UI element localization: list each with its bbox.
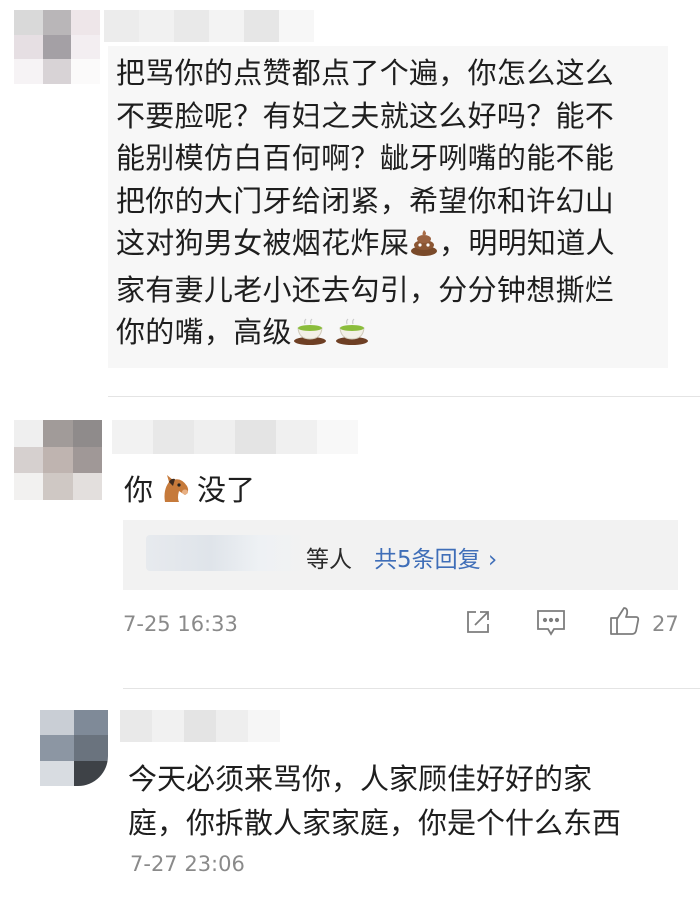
username-blurred[interactable] [112,420,358,454]
comment-text-line: 家有妻儿老小还去勾引，分分钟想撕烂 [116,272,615,307]
replies-suffix: 等人 [306,547,352,573]
divider [108,396,700,397]
avatar-blurred[interactable] [14,420,102,500]
comment-text-line: 你的嘴，高级 [116,311,661,358]
comment-text-line: 不要脸呢？有妇之夫就这么好吗？能不 [116,98,615,133]
horse-face-emoji-icon [157,472,193,514]
comment-text-fragment: 你的嘴，高级 [116,315,292,349]
green-tea-emoji-icon [292,315,328,358]
username-blurred[interactable] [120,710,280,742]
comment-text-line: 庭，你拆散人家家庭，你是个什么东西 [128,806,622,840]
avatar-blurred[interactable] [40,710,108,786]
view-replies-link[interactable]: 共5条回复 › [374,540,497,574]
reply-usernames-blurred [146,535,308,571]
comment-text-line: 把骂你的点赞都点了个遍，你怎么这么 [116,56,615,90]
comment-icon[interactable] [535,608,567,642]
comment-text-line: 这对狗男女被烟花炸屎 ，明明知道人 [116,222,661,269]
poop-emoji-icon [409,226,439,269]
comment-text-line: 把你的大门牙给闭紧，希望你和许幻山 [116,183,615,218]
green-tea-emoji-icon [334,315,370,358]
comment-text: 今天必须来骂你，人家顾佳好好的家 庭，你拆散人家家庭，你是个什么东西 [128,757,673,845]
comment-text: 你 没了 [124,470,255,514]
comment-text-line: 能别模仿白百何啊？龇牙咧嘴的能不能 [116,141,615,175]
thumbs-up-icon[interactable] [608,605,642,641]
comment-feed: 把骂你的点赞都点了个遍，你怎么这么 不要脸呢？有妇之夫就这么好吗？能不 能别模仿… [0,0,700,899]
share-icon[interactable] [463,607,493,641]
comment-text-fragment: 你 [124,473,154,507]
username-blurred[interactable] [104,10,314,42]
divider [123,688,700,689]
like-count: 27 [652,612,679,636]
comment-text-line: 今天必须来骂你，人家顾佳好好的家 [128,762,593,796]
comment-text-fragment: ，明明知道人 [439,226,615,260]
comment-text-fragment: 这对狗男女被烟花炸屎 [116,226,410,260]
comment-text: 把骂你的点赞都点了个遍，你怎么这么 不要脸呢？有妇之夫就这么好吗？能不 能别模仿… [116,52,661,358]
timestamp: 7-27 23:06 [130,852,245,876]
timestamp: 7-25 16:33 [123,612,238,636]
comment-text-fragment: 没了 [197,473,256,507]
avatar-blurred[interactable] [14,10,100,84]
